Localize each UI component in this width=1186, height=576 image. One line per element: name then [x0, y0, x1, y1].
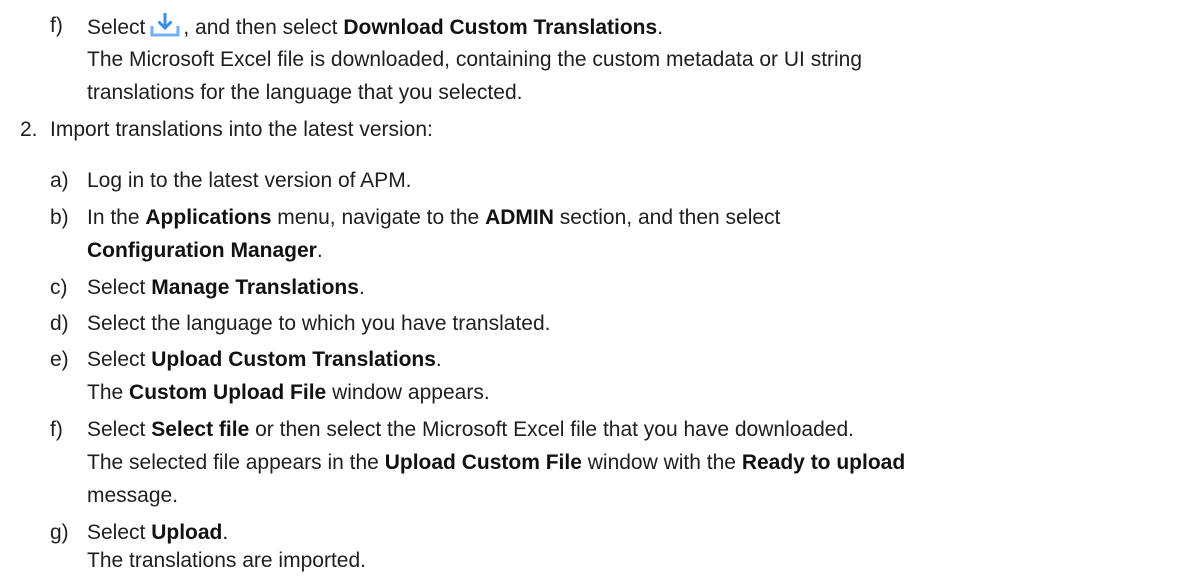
bold-term: Applications	[145, 206, 272, 229]
text: Select	[87, 348, 146, 371]
text: or then select the Microsoft Excel file …	[255, 418, 854, 441]
bold-term: Upload Custom Translations	[151, 348, 436, 371]
text: .	[435, 348, 442, 371]
text: Select	[87, 276, 146, 299]
bold-term: Ready to upload	[741, 451, 906, 474]
text: section, and then select	[559, 206, 781, 229]
substep-1f-line2: The Microsoft Excel file is downloaded, …	[87, 48, 863, 71]
substep-e-line1: Select Upload Custom Translations.	[87, 346, 442, 374]
substep-d-text: Select the language to which you have tr…	[87, 312, 551, 335]
bold-term: Custom Upload File	[129, 381, 327, 404]
substep-label: a)	[50, 169, 69, 192]
text: The	[87, 381, 124, 404]
substep-g-line2: The translations are imported.	[87, 549, 366, 572]
bold-term: Upload Custom File	[384, 451, 582, 474]
bold-term: ADMIN	[485, 206, 554, 229]
text: The selected file appears in the	[87, 451, 379, 474]
substep-label: g)	[50, 521, 69, 544]
substep-e-line2: The Custom Upload File window appears.	[87, 379, 490, 407]
bold-term: Configuration Manager	[87, 239, 317, 262]
substep-g-line1: Select Upload.	[87, 519, 228, 547]
bold-term: Upload	[151, 521, 223, 544]
substep-label: b)	[50, 206, 69, 229]
substep-1f-line3: translations for the language that you s…	[87, 81, 523, 104]
substep-f-line2: The selected file appears in the Upload …	[87, 449, 905, 477]
text: window appears.	[332, 381, 490, 404]
substep-1f-line1: Select , and then select Download Custom …	[87, 12, 663, 42]
download-icon	[149, 12, 181, 38]
text: .	[222, 521, 229, 544]
text: window with the	[587, 451, 736, 474]
substep-b-line1: In the Applications menu, navigate to th…	[87, 204, 780, 232]
substep-f-line3: message.	[87, 484, 179, 507]
text: .	[657, 16, 664, 39]
substep-f-line1: Select Select file or then select the Mi…	[87, 416, 854, 444]
substep-label: e)	[50, 348, 69, 371]
text: In the	[87, 206, 140, 229]
text: menu, navigate to the	[277, 206, 480, 229]
substep-label: d)	[50, 312, 69, 335]
step-2-text: Import translations into the latest vers…	[50, 118, 433, 141]
substep-label: c)	[50, 276, 68, 299]
bold-term: Manage Translations	[151, 276, 359, 299]
substep-label: f)	[50, 418, 63, 441]
substep-b-line2: Configuration Manager.	[87, 237, 323, 265]
text: Select	[87, 418, 146, 441]
text: Select	[87, 16, 146, 39]
substep-a-text: Log in to the latest version of APM.	[87, 169, 412, 192]
bold-term: Select file	[151, 418, 250, 441]
step-label: 2.	[20, 118, 38, 141]
text: .	[358, 276, 365, 299]
text: Select	[87, 521, 146, 544]
text: , and then select	[183, 16, 338, 39]
text: .	[316, 239, 323, 262]
substep-label: f)	[50, 14, 63, 37]
substep-c-text: Select Manage Translations.	[87, 274, 365, 302]
bold-term: Download Custom Translations	[343, 16, 658, 39]
